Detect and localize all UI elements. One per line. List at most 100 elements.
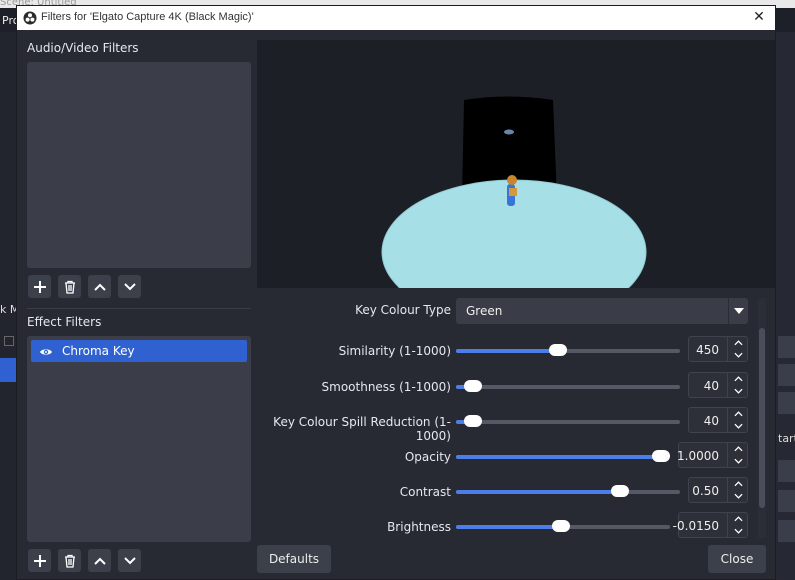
filters-dialog: Filters for 'Elgato Capture 4K (Black Ma… [16, 5, 776, 580]
brightness-spinbox[interactable]: -0.0150 [673, 512, 748, 538]
spill-slider[interactable] [456, 415, 680, 427]
add-effect-filter-button[interactable] [28, 549, 51, 572]
brightness-slider-handle[interactable] [552, 520, 570, 532]
eye-icon[interactable] [39, 346, 53, 356]
close-button[interactable]: Close [708, 545, 766, 573]
chevron-down-icon[interactable] [728, 420, 748, 432]
brightness-spin-buttons [727, 513, 747, 537]
chevron-up-icon[interactable] [728, 478, 748, 490]
defaults-button[interactable]: Defaults [257, 545, 331, 573]
smoothness-slider-handle[interactable] [464, 380, 482, 392]
main-right-row[interactable] [778, 490, 795, 512]
smoothness-label: Smoothness (1-1000) [321, 380, 451, 394]
move-effect-filter-down-button[interactable] [118, 549, 141, 572]
chevron-up-icon[interactable] [728, 373, 748, 385]
audio-video-filters-label: Audio/Video Filters [27, 41, 139, 55]
main-left-selected-row[interactable] [0, 358, 16, 382]
main-left-checkbox[interactable] [4, 336, 14, 346]
main-right-row[interactable] [778, 336, 795, 358]
similarity-slider-fill [456, 349, 558, 353]
remove-audio-filter-button[interactable] [58, 275, 81, 298]
trash-icon [64, 280, 75, 294]
add-icon [33, 554, 46, 567]
spill-slider-handle[interactable] [464, 415, 482, 427]
opacity-slider-handle[interactable] [652, 450, 670, 462]
opacity-slider[interactable] [456, 450, 670, 462]
effect-filter-item-chroma-key[interactable]: Chroma Key [31, 340, 247, 362]
spill-value: 40 [703, 414, 719, 428]
similarity-slider-handle[interactable] [549, 344, 567, 356]
spill-spinbox[interactable]: 40 [688, 407, 748, 433]
opacity-label: Opacity [404, 450, 451, 464]
similarity-label: Similarity (1-1000) [338, 344, 451, 358]
preview-image [257, 40, 775, 288]
chevron-down-icon[interactable] [728, 455, 748, 467]
chevron-up-icon[interactable] [728, 443, 748, 455]
main-right-row[interactable] [778, 460, 795, 482]
scrollbar-thumb[interactable] [759, 328, 765, 508]
spill-spin-buttons [727, 408, 747, 432]
chevron-down-icon[interactable] [728, 385, 748, 397]
move-audio-filter-down-button[interactable] [118, 275, 141, 298]
chevron-up-icon[interactable] [728, 337, 748, 349]
arrow-up-icon [93, 557, 106, 565]
chevron-up-icon[interactable] [728, 513, 748, 525]
obs-logo-icon [23, 11, 37, 25]
trash-icon [64, 554, 75, 568]
smoothness-spinbox[interactable]: 40 [688, 372, 748, 398]
similarity-spinbox[interactable]: 450 [688, 336, 748, 362]
key-colour-type-value: Green [466, 304, 503, 318]
filter-preview [257, 40, 775, 288]
audio-video-filters-list[interactable] [27, 62, 251, 268]
remove-effect-filter-button[interactable] [58, 549, 81, 572]
effect-filter-label: Chroma Key [62, 344, 135, 358]
arrow-up-icon [93, 283, 106, 291]
chevron-down-icon[interactable] [728, 349, 748, 361]
contrast-slider-fill [456, 490, 620, 494]
contrast-slider-handle[interactable] [611, 485, 629, 497]
chevron-down-icon[interactable] [728, 525, 748, 537]
dialog-title: Filters for 'Elgato Capture 4K (Black Ma… [41, 11, 254, 23]
smoothness-value: 40 [703, 379, 719, 393]
filter-properties: Key Colour Type Green Similarity (1-1000… [257, 290, 767, 542]
contrast-spin-buttons [727, 478, 747, 502]
contrast-value: 0.50 [692, 484, 719, 498]
move-effect-filter-up-button[interactable] [88, 549, 111, 572]
opacity-slider-fill [456, 455, 661, 459]
chevron-down-icon [728, 298, 748, 324]
main-right-label[interactable]: tart [778, 432, 795, 445]
dialog-titlebar: Filters for 'Elgato Capture 4K (Black Ma… [17, 6, 775, 30]
arrow-down-icon [123, 282, 136, 290]
properties-scrollbar[interactable] [758, 298, 766, 538]
add-icon [33, 280, 46, 293]
main-right-row[interactable] [778, 364, 795, 386]
chevron-down-icon[interactable] [728, 490, 748, 502]
opacity-spin-buttons [727, 443, 747, 467]
key-colour-type-label: Key Colour Type [355, 303, 451, 317]
chevron-up-icon[interactable] [728, 408, 748, 420]
brightness-slider[interactable] [456, 520, 670, 532]
similarity-spin-buttons [727, 337, 747, 361]
move-audio-filter-up-button[interactable] [88, 275, 111, 298]
smoothness-slider[interactable] [456, 380, 680, 392]
spill-label: Key Colour Spill Reduction (1-1000) [273, 415, 451, 443]
effect-filters-list[interactable] [27, 336, 251, 542]
key-colour-type-select[interactable]: Green [456, 298, 748, 324]
contrast-spinbox[interactable]: 0.50 [688, 477, 748, 503]
brightness-label: Brightness [387, 520, 451, 534]
close-icon[interactable]: ✕ [751, 9, 767, 25]
contrast-label: Contrast [399, 485, 451, 499]
similarity-value: 450 [696, 343, 719, 357]
smoothness-spin-buttons [727, 373, 747, 397]
main-right-row[interactable] [778, 392, 795, 414]
brightness-value: -0.0150 [672, 519, 719, 533]
brightness-slider-fill [456, 525, 561, 529]
contrast-slider[interactable] [456, 485, 680, 497]
main-right-row[interactable] [778, 520, 795, 542]
opacity-value: 1.0000 [677, 449, 719, 463]
section-divider [27, 308, 251, 309]
add-audio-filter-button[interactable] [28, 275, 51, 298]
similarity-slider[interactable] [456, 344, 680, 356]
opacity-spinbox[interactable]: 1.0000 [677, 442, 748, 468]
effect-filters-label: Effect Filters [27, 315, 102, 329]
